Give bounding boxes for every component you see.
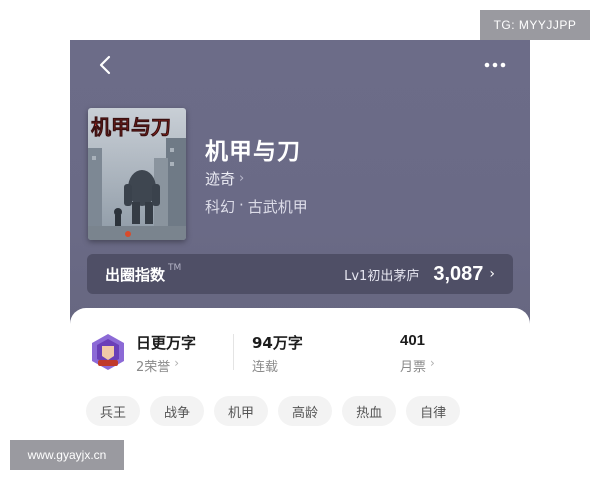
monthly-ticket-label: 月票 [400, 360, 427, 375]
book-detail-page: 机甲与刀 机甲与刀 迹奇 › 科幻 · 古武机甲 出圈指数 TM Lv1初出茅庐… [70, 40, 530, 480]
back-button[interactable] [94, 54, 116, 76]
chevron-right-icon: › [489, 266, 495, 282]
author-name: 迹奇 [205, 170, 236, 188]
book-hero: 机甲与刀 机甲与刀 迹奇 › 科幻 · 古武机甲 出圈指数 TM Lv1初出茅庐… [70, 40, 530, 350]
tag-chip[interactable]: 热血 [342, 396, 397, 426]
cover-title: 机甲与刀 [91, 115, 171, 139]
book-title: 机甲与刀 [205, 139, 301, 165]
honor-title: 日更万字 [136, 334, 197, 352]
index-level: Lv1初出茅庐 [344, 268, 420, 284]
more-button[interactable] [482, 54, 508, 76]
tag-chip[interactable]: 高龄 [278, 396, 333, 426]
author-link[interactable]: 迹奇 › [205, 168, 244, 189]
popularity-index-bar[interactable]: 出圈指数 TM Lv1初出茅庐 3,087 › [87, 254, 513, 294]
genre: 科幻 [205, 198, 236, 216]
trademark-mark: TM [168, 263, 182, 273]
monthly-ticket-link[interactable]: 月票 › [400, 356, 435, 375]
book-cover-art: 机甲与刀 [88, 108, 186, 240]
chevron-right-icon: › [430, 356, 435, 370]
tag-chip[interactable]: 自律 [406, 396, 461, 426]
chevron-right-icon: › [239, 171, 245, 186]
genre-separator: · [239, 196, 244, 214]
book-cover[interactable]: 机甲与刀 [88, 108, 186, 240]
divider [233, 334, 234, 370]
honor-link[interactable]: 2荣誉 › [136, 356, 179, 375]
subgenre: 古武机甲 [247, 198, 308, 216]
genre-line: 科幻 · 古武机甲 [205, 196, 308, 217]
watermark-site: www.gyayjx.cn [10, 440, 124, 470]
tag-chip[interactable]: 兵王 [86, 396, 141, 426]
tag-list: 兵王 战争 机甲 高龄 热血 自律 [86, 396, 461, 426]
tag-chip[interactable]: 机甲 [214, 396, 269, 426]
index-score: 3,087 [433, 262, 484, 285]
chevron-left-icon [99, 55, 111, 75]
tag-chip[interactable]: 战争 [150, 396, 205, 426]
monthly-ticket-count: 401 [400, 332, 426, 349]
index-label: 出圈指数 [105, 265, 166, 284]
chevron-right-icon: › [174, 356, 180, 370]
honor-badge-icon[interactable] [88, 332, 128, 372]
watermark-tg: TG: MYYJJPP [480, 10, 590, 40]
serial-status: 连载 [252, 360, 279, 375]
honor-count: 2荣誉 [136, 360, 171, 375]
stats-card: 日更万字 2荣誉 › 94万字 连载 401 月票 › 兵王 战争 机甲 高龄 … [70, 308, 530, 480]
more-dots-icon [484, 62, 506, 68]
word-count: 94万字 [252, 334, 303, 352]
